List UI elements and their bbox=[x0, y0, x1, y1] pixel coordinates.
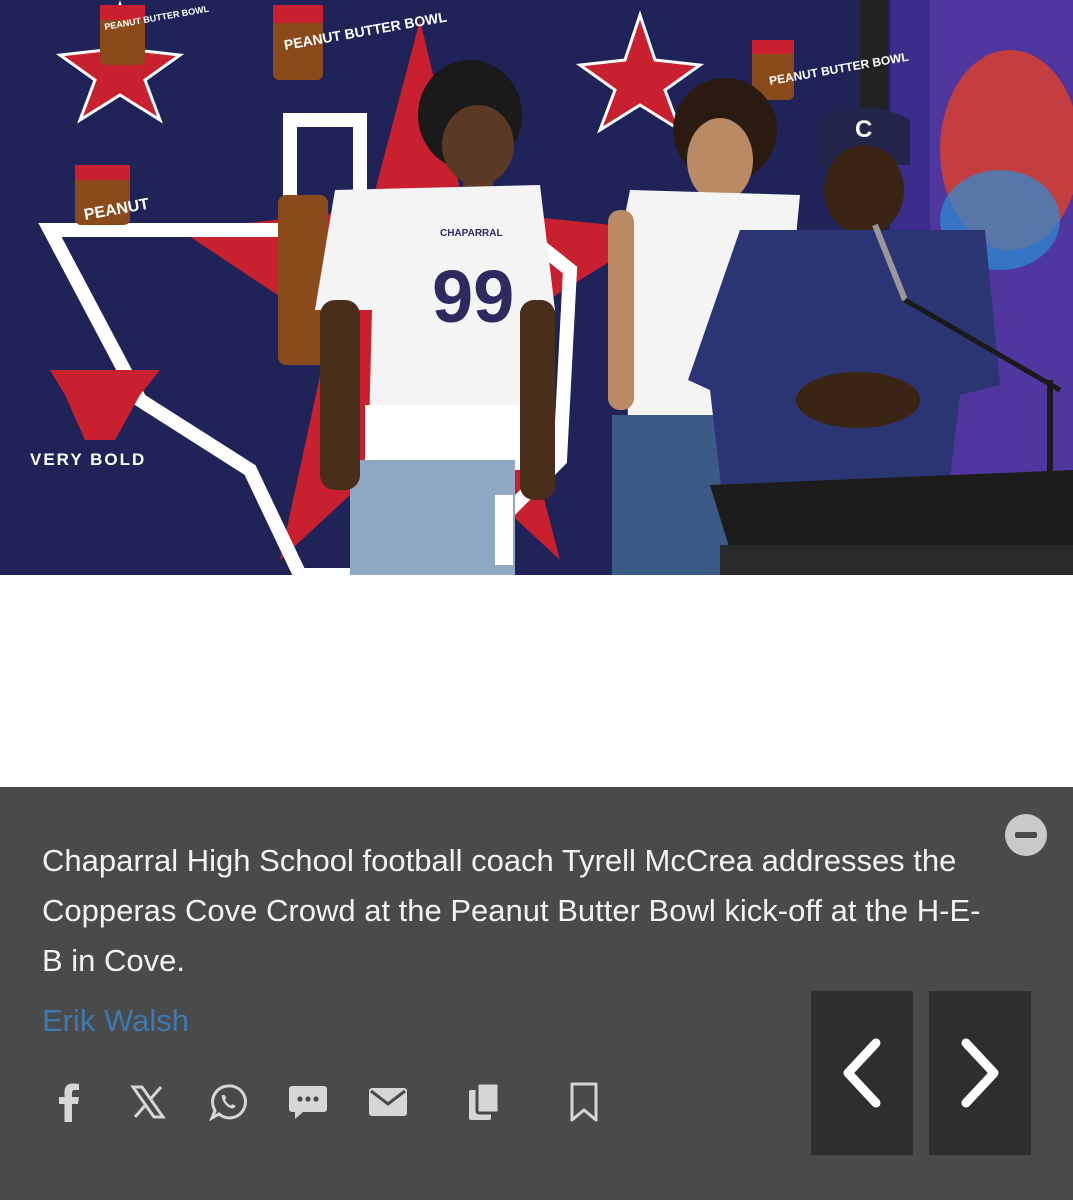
previous-photo-button[interactable] bbox=[811, 991, 913, 1155]
cap-letter: C bbox=[855, 116, 872, 143]
whatsapp-icon bbox=[209, 1084, 247, 1121]
photo-spacer bbox=[0, 575, 1073, 787]
photo-credit-link[interactable]: Erik Walsh bbox=[42, 1000, 189, 1042]
photo-caption: Chaparral High School football coach Tyr… bbox=[42, 843, 981, 978]
chevron-left-icon bbox=[843, 1038, 881, 1108]
photo-illustration: VERY BOLD PEANUT BUTTER BOWL PEANUT BUTT… bbox=[0, 0, 1073, 575]
x-icon bbox=[130, 1085, 166, 1119]
copy-link-button[interactable] bbox=[456, 1072, 512, 1132]
collapse-caption-button[interactable] bbox=[1005, 814, 1047, 856]
sms-share-button[interactable] bbox=[280, 1072, 336, 1132]
share-bar bbox=[40, 1072, 640, 1132]
email-icon bbox=[369, 1088, 407, 1116]
next-photo-button[interactable] bbox=[929, 991, 1031, 1155]
email-share-button[interactable] bbox=[360, 1072, 416, 1132]
jersey-number: 99 bbox=[432, 255, 514, 338]
bookmark-icon bbox=[570, 1082, 598, 1122]
very-bold-logo-text: VERY BOLD bbox=[30, 450, 146, 469]
jersey-name: CHAPARRAL bbox=[440, 228, 503, 239]
chevron-right-icon bbox=[961, 1038, 999, 1108]
sms-icon bbox=[289, 1086, 327, 1119]
bookmark-button[interactable] bbox=[556, 1072, 612, 1132]
copy-icon bbox=[469, 1082, 501, 1120]
article-photo: VERY BOLD PEANUT BUTTER BOWL PEANUT BUTT… bbox=[0, 0, 1073, 575]
facebook-share-button[interactable] bbox=[40, 1072, 96, 1132]
whatsapp-share-button[interactable] bbox=[200, 1072, 256, 1132]
x-share-button[interactable] bbox=[120, 1072, 176, 1132]
facebook-icon bbox=[59, 1083, 79, 1122]
